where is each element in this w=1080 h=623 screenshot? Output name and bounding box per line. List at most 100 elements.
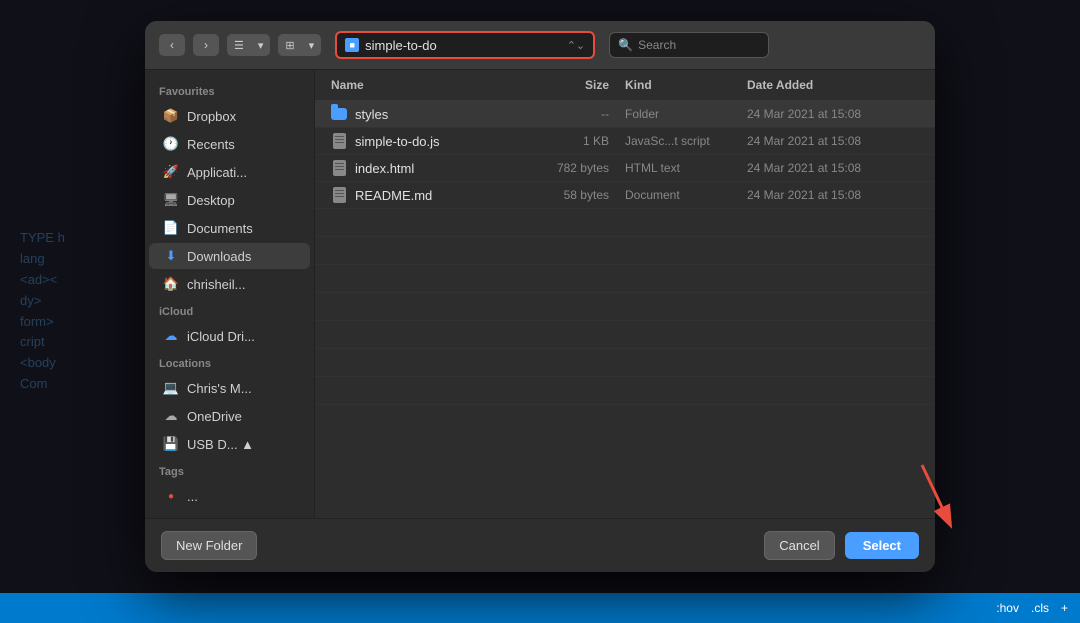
view-toggle: ☰ ▾: [227, 34, 270, 56]
tag-label: ...: [187, 489, 296, 504]
simple-to-do-icon: [331, 133, 347, 149]
col-size-header: Size: [529, 78, 609, 92]
file-name-index: index.html: [331, 160, 529, 176]
tags-label: Tags: [145, 458, 314, 482]
back-button[interactable]: ‹: [159, 34, 185, 56]
empty-row-5: [315, 321, 935, 349]
location-label: simple-to-do: [365, 38, 561, 53]
sidebar-item-downloads[interactable]: ⬇ Downloads: [149, 243, 310, 269]
chrisheil-label: chrisheil...: [187, 277, 296, 292]
file-size-readme: 58 bytes: [529, 188, 609, 202]
status-bar: :hov .cls +: [0, 593, 1080, 623]
file-name-simple-to-do: simple-to-do.js: [331, 133, 529, 149]
styles-folder-icon: [331, 106, 347, 122]
file-date-styles: 24 Mar 2021 at 15:08: [739, 107, 919, 121]
downloads-label: Downloads: [187, 249, 296, 264]
footer-right-buttons: Cancel Select: [764, 531, 919, 560]
grid-view-button[interactable]: ⊞: [278, 34, 301, 56]
location-arrows: ⌃⌄: [567, 39, 585, 52]
forward-button[interactable]: ›: [193, 34, 219, 56]
location-bar[interactable]: ■ simple-to-do ⌃⌄: [335, 31, 595, 59]
file-size-styles: --: [529, 107, 609, 121]
sidebar-item-recents[interactable]: 🕐 Recents: [149, 131, 310, 157]
grid-chevron-button[interactable]: ▾: [302, 34, 322, 56]
icloud-label: iCloud: [145, 298, 314, 322]
file-name-styles: styles: [331, 106, 529, 122]
file-date-simple-to-do: 24 Mar 2021 at 15:08: [739, 134, 919, 148]
status-hov: :hov: [996, 601, 1019, 615]
sidebar-item-desktop[interactable]: 🖥 Desktop: [149, 187, 310, 213]
select-button[interactable]: Select: [845, 532, 919, 559]
empty-row-1: [315, 209, 935, 237]
file-header: Name Size Kind Date Added: [315, 70, 935, 101]
dropbox-label: Dropbox: [187, 109, 296, 124]
favourites-label: Favourites: [145, 78, 314, 102]
content-area: Favourites 📦 Dropbox 🕐 Recents 🚀 Applica…: [145, 70, 935, 518]
empty-row-4: [315, 293, 935, 321]
onedrive-label: OneDrive: [187, 409, 296, 424]
file-row-styles[interactable]: styles -- Folder 24 Mar 2021 at 15:08: [315, 101, 935, 128]
applications-icon: 🚀: [163, 164, 179, 180]
search-box[interactable]: 🔍 Search: [609, 32, 769, 58]
sidebar-item-onedrive[interactable]: ☁ OneDrive: [149, 403, 310, 429]
empty-row-2: [315, 237, 935, 265]
col-date-header: Date Added: [739, 78, 919, 92]
back-icon: ‹: [170, 38, 174, 52]
onedrive-icon: ☁: [163, 408, 179, 424]
sidebar-item-icloud[interactable]: ☁ iCloud Dri...: [149, 323, 310, 349]
file-kind-simple-to-do: JavaSc...t script: [609, 134, 739, 148]
new-folder-button[interactable]: New Folder: [161, 531, 257, 560]
cancel-button[interactable]: Cancel: [764, 531, 834, 560]
file-date-index: 24 Mar 2021 at 15:08: [739, 161, 919, 175]
downloads-icon: ⬇: [163, 248, 179, 264]
recents-label: Recents: [187, 137, 296, 152]
empty-row-6: [315, 349, 935, 377]
sidebar-item-chrism[interactable]: 💻 Chris's M...: [149, 375, 310, 401]
icloud-icon: ☁: [163, 328, 179, 344]
folder-icon: ■: [345, 38, 359, 52]
sidebar-item-applications[interactable]: 🚀 Applicati...: [149, 159, 310, 185]
list-icon: ☰: [234, 39, 244, 52]
sidebar-item-chrisheil[interactable]: 🏠 chrisheil...: [149, 271, 310, 297]
file-name-readme: README.md: [331, 187, 529, 203]
sidebar: Favourites 📦 Dropbox 🕐 Recents 🚀 Applica…: [145, 70, 315, 518]
list-view-button[interactable]: ☰: [227, 34, 251, 56]
file-list: styles -- Folder 24 Mar 2021 at 15:08 si…: [315, 101, 935, 518]
status-cls: .cls: [1031, 601, 1049, 615]
modal-overlay: ‹ › ☰ ▾ ⊞ ▾: [0, 0, 1080, 593]
file-picker-dialog: ‹ › ☰ ▾ ⊞ ▾: [145, 21, 935, 572]
file-row-simple-to-do[interactable]: simple-to-do.js 1 KB JavaSc...t script 2…: [315, 128, 935, 155]
file-area: Name Size Kind Date Added styles: [315, 70, 935, 518]
status-plus: +: [1061, 601, 1068, 615]
list-chevron-icon: ▾: [258, 39, 264, 52]
file-size-index: 782 bytes: [529, 161, 609, 175]
sidebar-item-tag1[interactable]: ● ...: [149, 483, 310, 509]
desktop-icon: 🖥: [163, 192, 179, 208]
sidebar-item-usb[interactable]: 💾 USB D... ▲: [149, 431, 310, 457]
index-icon: [331, 160, 347, 176]
file-kind-readme: Document: [609, 188, 739, 202]
file-size-simple-to-do: 1 KB: [529, 134, 609, 148]
chrism-icon: 💻: [163, 380, 179, 396]
tag-icon: ●: [163, 488, 179, 504]
usb-label: USB D... ▲: [187, 437, 296, 452]
file-row-readme[interactable]: README.md 58 bytes Document 24 Mar 2021 …: [315, 182, 935, 209]
chrism-label: Chris's M...: [187, 381, 296, 396]
dropbox-icon: 📦: [163, 108, 179, 124]
readme-icon: [331, 187, 347, 203]
file-kind-index: HTML text: [609, 161, 739, 175]
col-kind-header: Kind: [609, 78, 739, 92]
file-row-index[interactable]: index.html 782 bytes HTML text 24 Mar 20…: [315, 155, 935, 182]
grid-toggle: ⊞ ▾: [278, 34, 321, 56]
sidebar-item-documents[interactable]: 📄 Documents: [149, 215, 310, 241]
list-chevron-button[interactable]: ▾: [251, 34, 271, 56]
empty-row-3: [315, 265, 935, 293]
search-icon: 🔍: [618, 38, 633, 52]
chrisheil-icon: 🏠: [163, 276, 179, 292]
file-kind-styles: Folder: [609, 107, 739, 121]
toolbar: ‹ › ☰ ▾ ⊞ ▾: [145, 21, 935, 70]
documents-label: Documents: [187, 221, 296, 236]
locations-label: Locations: [145, 350, 314, 374]
sidebar-item-dropbox[interactable]: 📦 Dropbox: [149, 103, 310, 129]
icloud-label-text: iCloud Dri...: [187, 329, 296, 344]
